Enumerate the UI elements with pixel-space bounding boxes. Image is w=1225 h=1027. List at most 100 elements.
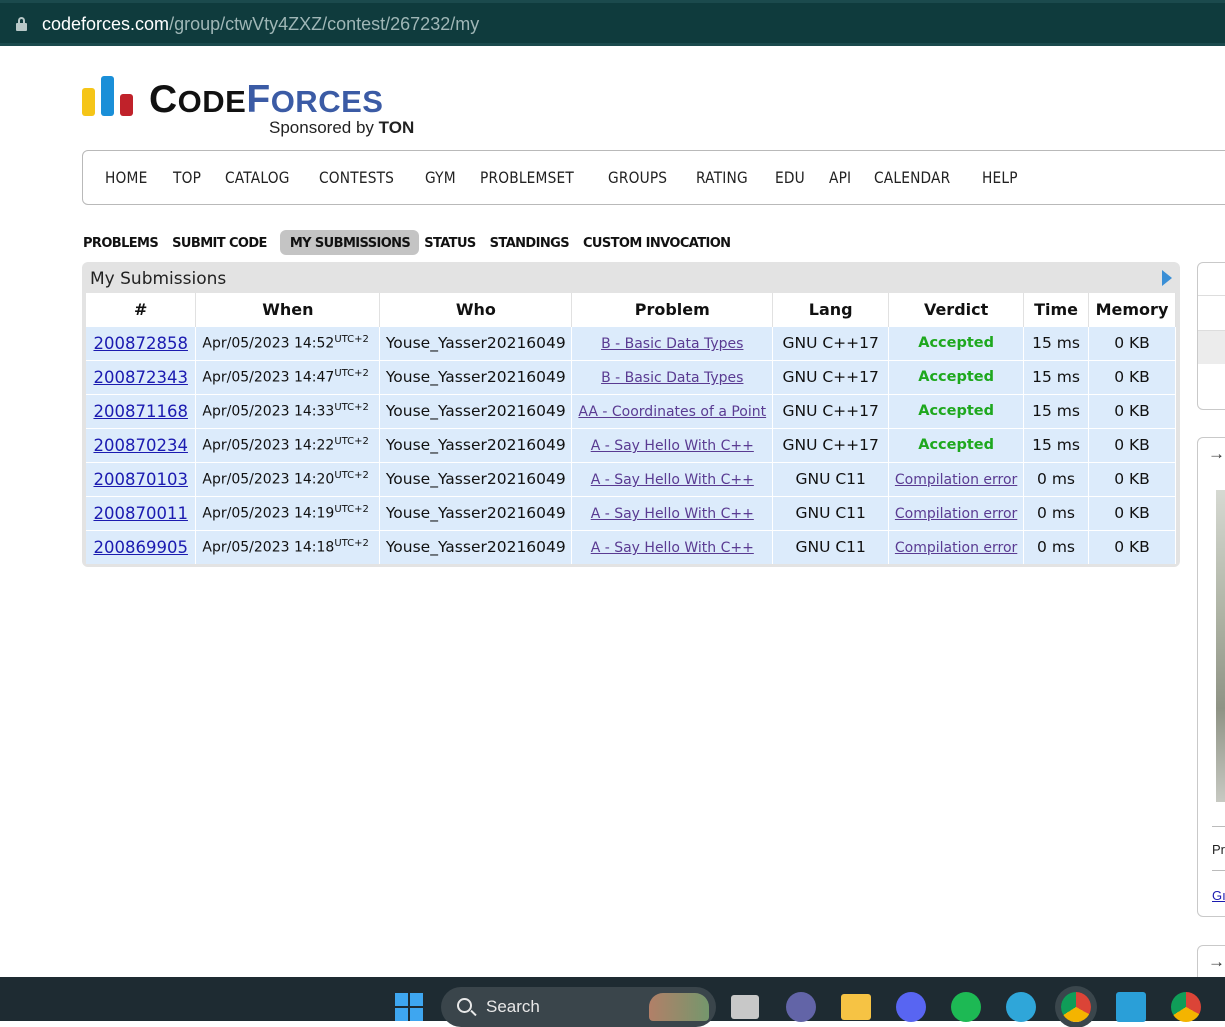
right-arrow-icon[interactable]: →: [1208, 444, 1225, 464]
table-row: 200871168 Apr/05/2023 14:33UTC+2 Youse_Y…: [86, 393, 1176, 428]
submission-who[interactable]: Youse_Yasser20216049: [379, 461, 573, 496]
discord-icon[interactable]: [896, 992, 926, 1022]
submission-id-link[interactable]: 200872343: [93, 368, 187, 387]
column-header-verdict: Verdict: [888, 293, 1025, 326]
submission-memory: 0 KB: [1088, 359, 1176, 394]
problem-link[interactable]: AA - Coordinates of a Point: [578, 404, 766, 420]
problem-link[interactable]: A - Say Hello With C++: [591, 506, 754, 522]
subnav-custom-invocation[interactable]: CUSTOM INVOCATION: [582, 230, 739, 255]
chrome-icon[interactable]: [1061, 992, 1091, 1022]
submission-id-link[interactable]: 200870011: [93, 504, 187, 523]
subnav-submit-code[interactable]: SUBMIT CODE: [171, 230, 276, 255]
table-row: 200870234 Apr/05/2023 14:22UTC+2 Youse_Y…: [86, 427, 1176, 462]
spotify-icon[interactable]: [951, 992, 981, 1022]
submission-who[interactable]: Youse_Yasser20216049: [379, 359, 573, 394]
logo-wordmark: CODEFORCES: [149, 78, 384, 121]
taskbar-search-box[interactable]: Search: [441, 987, 716, 1027]
verdict-compilation-error-link[interactable]: Compilation error: [895, 540, 1017, 556]
submission-id-link[interactable]: 200870103: [93, 470, 187, 489]
menu-item-groups[interactable]: GROUPS: [608, 168, 667, 187]
menu-item-gym[interactable]: GYM: [425, 168, 456, 187]
submission-who[interactable]: Youse_Yasser20216049: [379, 393, 573, 428]
verdict-compilation-error-link[interactable]: Compilation error: [895, 506, 1017, 522]
submission-who[interactable]: Youse_Yasser20216049: [379, 325, 573, 360]
windows-start-icon[interactable]: [395, 993, 425, 1023]
menu-item-problemset[interactable]: PROBLEMSET: [480, 168, 574, 187]
chrome-profile-icon[interactable]: [1171, 992, 1201, 1022]
search-highlight-icon: [649, 993, 709, 1021]
subnav-status[interactable]: STATUS: [423, 230, 484, 255]
menu-item-catalog[interactable]: CATALOG: [225, 168, 290, 187]
menu-item-home[interactable]: HOME: [105, 168, 147, 187]
submission-lang: GNU C11: [772, 461, 890, 496]
column-header-when: When: [195, 293, 381, 326]
sidebar-box-contest-info: [1197, 262, 1225, 410]
problem-link[interactable]: A - Say Hello With C++: [591, 540, 754, 556]
submission-id-link[interactable]: 200872858: [93, 334, 187, 353]
submission-who[interactable]: Youse_Yasser20216049: [379, 529, 573, 564]
launcher-l-icon[interactable]: [1116, 992, 1146, 1022]
browser-address-bar: codeforces.com/group/ctwVty4ZXZ/contest/…: [0, 0, 1225, 46]
verdict-accepted: Accepted: [888, 427, 1025, 462]
submission-memory: 0 KB: [1088, 495, 1176, 530]
submission-id-link[interactable]: 200869905: [93, 538, 187, 557]
verdict-accepted: Accepted: [888, 325, 1025, 360]
menu-item-api[interactable]: API: [829, 168, 851, 187]
expand-arrow-icon[interactable]: [1162, 270, 1172, 286]
file-explorer-icon[interactable]: [841, 994, 871, 1020]
menu-item-calendar[interactable]: CALENDAR: [874, 168, 950, 187]
submission-time: 15 ms: [1023, 393, 1089, 428]
submission-lang: GNU C++17: [772, 427, 890, 462]
menu-item-contests[interactable]: CONTESTS: [319, 168, 394, 187]
submission-lang: GNU C11: [772, 529, 890, 564]
subnav-standings[interactable]: STANDINGS: [489, 230, 578, 255]
teams-icon[interactable]: [786, 992, 816, 1022]
search-icon: [457, 998, 472, 1013]
column-header-lang: Lang: [772, 293, 890, 326]
table-row: 200870011 Apr/05/2023 14:19UTC+2 Youse_Y…: [86, 495, 1176, 530]
url-field[interactable]: codeforces.com/group/ctwVty4ZXZ/contest/…: [0, 3, 1225, 43]
submission-time: 15 ms: [1023, 359, 1089, 394]
task-view-icon[interactable]: [731, 995, 759, 1019]
submission-who[interactable]: Youse_Yasser20216049: [379, 427, 573, 462]
main-menu: HOME TOP CATALOG CONTESTS GYM PROBLEMSET GROUP…: [82, 150, 1225, 205]
submission-who[interactable]: Youse_Yasser20216049: [379, 495, 573, 530]
menu-item-help[interactable]: HELP: [982, 168, 1018, 187]
submission-lang: GNU C++17: [772, 359, 890, 394]
column-header-id: #: [86, 293, 197, 326]
codeforces-logo[interactable]: CODEFORCES Sponsored by TON: [82, 76, 442, 138]
table-row: 200872343 Apr/05/2023 14:47UTC+2 Youse_Y…: [86, 359, 1176, 394]
sidebar-link[interactable]: Gı: [1212, 888, 1225, 903]
submission-time: 15 ms: [1023, 427, 1089, 462]
submission-time: 0 ms: [1023, 529, 1089, 564]
edge-icon[interactable]: [1006, 992, 1036, 1022]
menu-item-edu[interactable]: EDU: [775, 168, 805, 187]
menu-item-rating[interactable]: RATING: [696, 168, 748, 187]
submission-when: Apr/05/2023 14:22UTC+2: [195, 427, 381, 462]
right-arrow-icon[interactable]: →: [1208, 952, 1225, 972]
sponsor-text: Sponsored by TON: [269, 118, 415, 137]
submission-when: Apr/05/2023 14:47UTC+2: [195, 359, 381, 394]
sidebar-box-group: → Pr Gı: [1197, 437, 1225, 917]
sidebar-image: [1216, 490, 1225, 802]
submission-memory: 0 KB: [1088, 325, 1176, 360]
submission-lang: GNU C++17: [772, 393, 890, 428]
submission-id-link[interactable]: 200870234: [93, 436, 187, 455]
verdict-compilation-error-link[interactable]: Compilation error: [895, 472, 1017, 488]
problem-link[interactable]: A - Say Hello With C++: [591, 438, 754, 454]
subnav-my-submissions[interactable]: MY SUBMISSIONS: [279, 230, 420, 255]
lock-icon[interactable]: [16, 17, 27, 31]
submissions-box: My Submissions # When Who Problem Lang V…: [82, 262, 1180, 567]
subnav-problems[interactable]: PROBLEMS: [82, 230, 167, 255]
verdict-accepted: Accepted: [888, 393, 1025, 428]
url-text[interactable]: codeforces.com/group/ctwVty4ZXZ/contest/…: [42, 14, 479, 35]
submission-id-link[interactable]: 200871168: [93, 402, 187, 421]
submission-memory: 0 KB: [1088, 427, 1176, 462]
table-header-row: # When Who Problem Lang Verdict Time Mem…: [86, 293, 1176, 326]
problem-link[interactable]: A - Say Hello With C++: [591, 472, 754, 488]
submissions-table: # When Who Problem Lang Verdict Time Mem…: [86, 293, 1176, 564]
windows-taskbar: Search: [0, 977, 1225, 1027]
problem-link[interactable]: B - Basic Data Types: [601, 370, 743, 386]
menu-item-top[interactable]: TOP: [173, 168, 201, 187]
problem-link[interactable]: B - Basic Data Types: [601, 336, 743, 352]
